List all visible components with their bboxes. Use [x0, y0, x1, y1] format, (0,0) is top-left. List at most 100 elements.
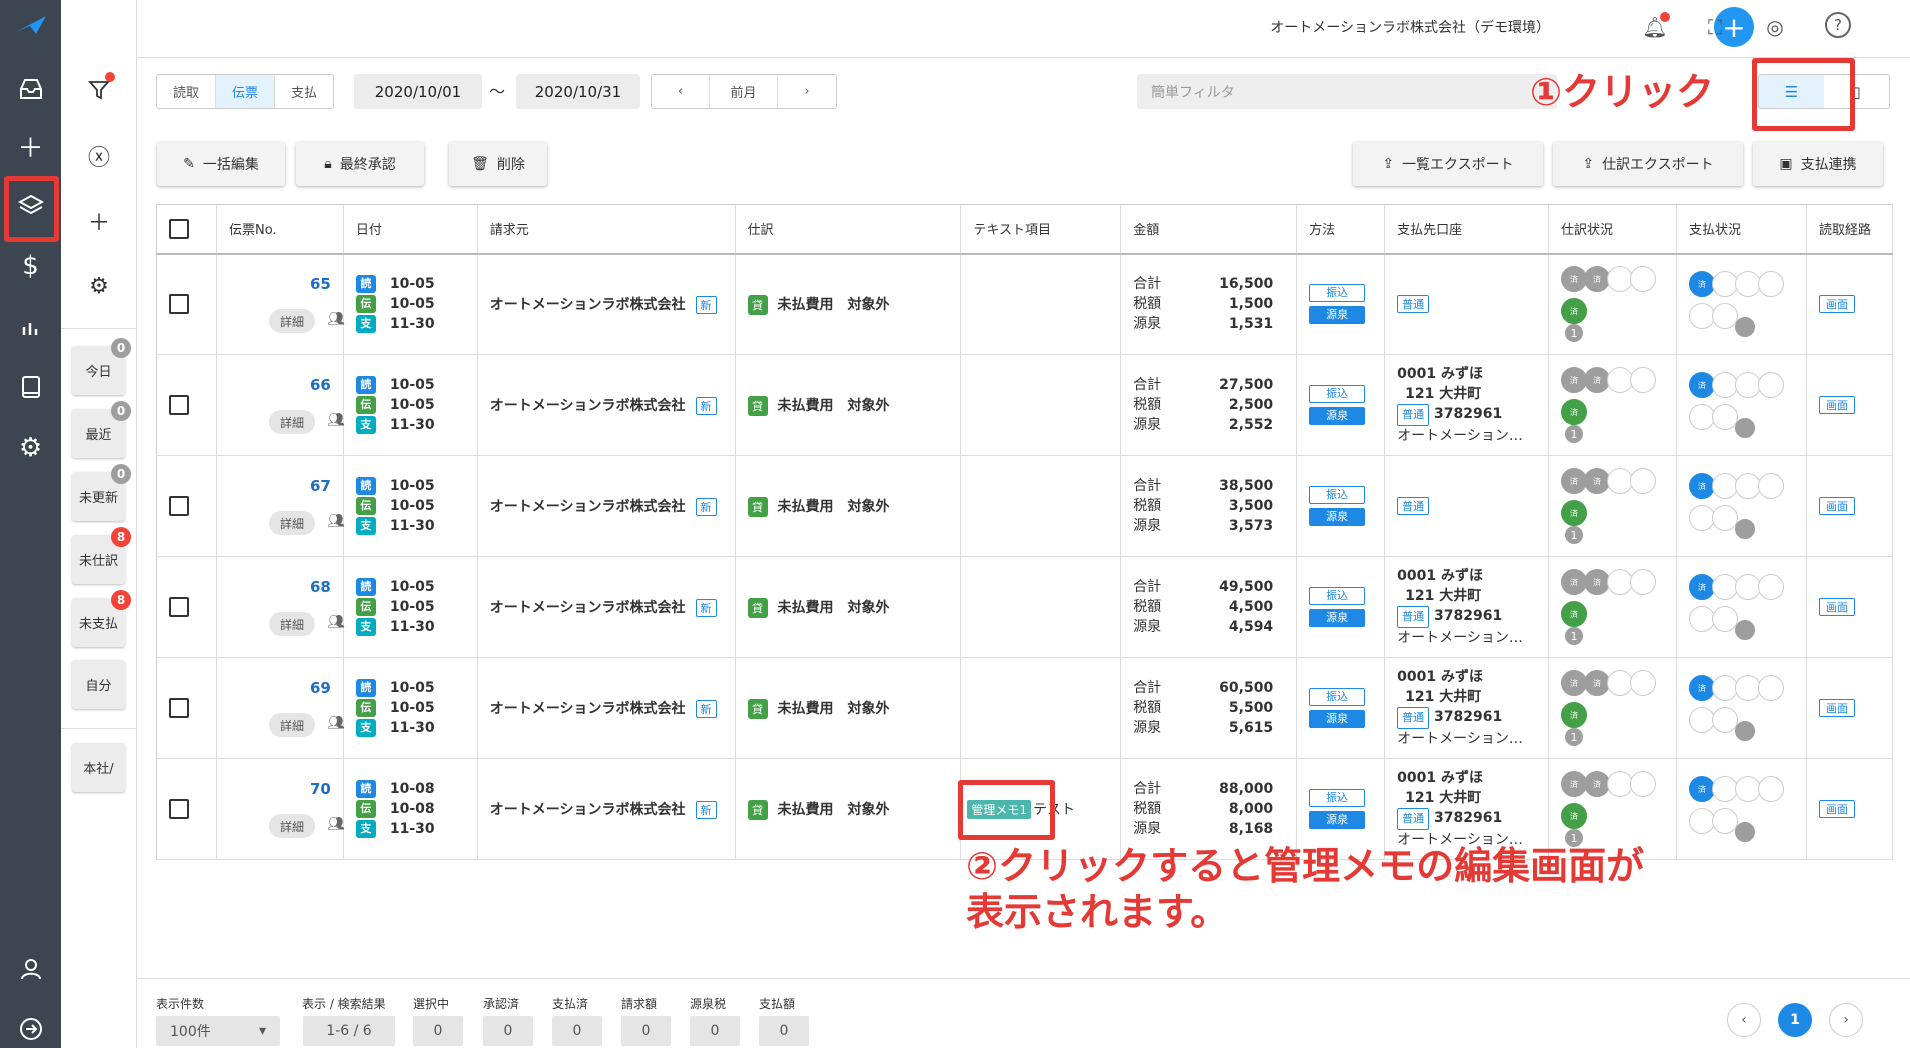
clear-filter-icon[interactable]: ⓧ [81, 138, 117, 174]
route-cell: 画面 [1806, 455, 1894, 557]
detail-button[interactable]: 詳細 [268, 814, 315, 838]
tab-voucher[interactable]: 伝票 [216, 75, 276, 108]
text-cell[interactable] [960, 556, 1122, 658]
text-cell[interactable] [960, 253, 1122, 355]
col-date[interactable]: 日付 [343, 204, 478, 255]
tab-read[interactable]: 読取 [157, 75, 217, 108]
inbox-icon[interactable] [12, 70, 49, 107]
book-icon[interactable] [12, 368, 49, 405]
table-row[interactable]: 67 詳細 👥︎ 読 10-05 伝 10-05 支 11-30 オートメーションラボ… [156, 455, 1894, 557]
page-prev-icon[interactable]: ‹ [1727, 1003, 1761, 1037]
method-cell: 振込 源泉 [1296, 556, 1386, 658]
col-journal[interactable]: 仕訳 [735, 204, 962, 255]
final-approve-button[interactable]: 🔒︎ 最終承認 [296, 142, 424, 186]
support-icon[interactable]: ◎ [1760, 12, 1790, 42]
per-page-select[interactable]: 100件 ▾ [156, 1016, 280, 1046]
add-filter-icon[interactable]: ＋ [81, 203, 117, 239]
bell-icon[interactable]: 🔔︎ [1640, 12, 1670, 42]
chart-icon[interactable] [12, 308, 49, 345]
route-tag[interactable]: 画面 [1818, 497, 1855, 515]
route-tag[interactable]: 画面 [1818, 598, 1855, 616]
list-export-button[interactable]: ⇪ 一覧エクスポート [1353, 142, 1543, 186]
text-cell[interactable] [960, 354, 1122, 456]
row-checkbox[interactable] [169, 799, 189, 819]
route-tag[interactable]: 画面 [1818, 295, 1855, 314]
filter-today[interactable]: 今日 0 [72, 338, 131, 395]
col-voucher-no[interactable]: 伝票No. [216, 204, 344, 255]
prev-month-button[interactable]: 前月 [710, 75, 778, 108]
bulk-edit-button[interactable]: ✎ 一括編集 [157, 142, 285, 186]
filter-mine[interactable]: 自分 [72, 660, 125, 709]
people-icon[interactable]: 👥︎ [327, 412, 345, 428]
voucher-no[interactable]: 65 [310, 275, 331, 293]
detail-button[interactable]: 詳細 [268, 713, 315, 737]
row-checkbox[interactable] [169, 395, 189, 415]
col-payment-status[interactable]: 支払状況 [1676, 204, 1807, 255]
route-tag[interactable]: 画面 [1818, 699, 1855, 717]
settings-icon[interactable]: ⚙ [12, 429, 49, 466]
col-text[interactable]: テキスト項目 [960, 204, 1122, 255]
filter-settings-icon[interactable]: ⚙ [81, 268, 117, 304]
table-row[interactable]: 68 詳細 👥︎ 読 10-05 伝 10-05 支 11-30 オートメーションラボ… [156, 556, 1894, 658]
date-from[interactable]: 2020/10/01 [354, 74, 482, 109]
add-icon[interactable]: ＋ [12, 128, 49, 165]
route-tag[interactable]: 画面 [1818, 396, 1855, 414]
row-checkbox[interactable] [169, 698, 189, 718]
help-icon[interactable]: ? [1825, 12, 1851, 38]
people-icon[interactable]: 👥︎ [327, 513, 345, 529]
voucher-no[interactable]: 67 [310, 477, 331, 495]
people-icon[interactable]: 👥︎ [327, 816, 345, 832]
text-cell[interactable] [960, 455, 1122, 557]
user-icon[interactable] [12, 950, 49, 987]
fullscreen-icon[interactable]: ⛶ [1700, 12, 1730, 42]
prev-icon[interactable]: ‹ [652, 75, 710, 108]
dollar-icon[interactable]: $ [12, 247, 49, 284]
col-method[interactable]: 方法 [1296, 204, 1386, 255]
page-next-icon[interactable]: › [1829, 1003, 1863, 1037]
stat-value: 0 [621, 1016, 671, 1046]
page-current[interactable]: 1 [1778, 1003, 1812, 1037]
detail-button[interactable]: 詳細 [268, 612, 315, 636]
voucher-date: 10-05 [389, 599, 435, 615]
voucher-no[interactable]: 70 [310, 780, 331, 798]
next-icon[interactable]: › [778, 75, 836, 108]
col-read-route[interactable]: 読取経路 [1806, 204, 1894, 255]
col-journal-status[interactable]: 仕訳状況 [1548, 204, 1677, 255]
date-to[interactable]: 2020/10/31 [516, 74, 640, 109]
people-icon[interactable]: 👥︎ [327, 311, 345, 327]
filter-recent[interactable]: 最近 0 [72, 401, 131, 458]
row-checkbox[interactable] [169, 597, 189, 617]
filter-unpaid[interactable]: 未支払 8 [72, 590, 131, 647]
filter-icon[interactable] [81, 72, 117, 108]
people-icon[interactable]: 👥︎ [327, 614, 345, 630]
col-amount[interactable]: 金額 [1120, 204, 1298, 255]
detail-button[interactable]: 詳細 [268, 410, 315, 434]
detail-button[interactable]: 詳細 [268, 511, 315, 535]
payment-link-button[interactable]: ▣ 支払連携 [1753, 142, 1883, 186]
table-row[interactable]: 69 詳細 👥︎ 読 10-05 伝 10-05 支 11-30 オートメーションラボ… [156, 657, 1894, 759]
credit-tag: 貸 [747, 496, 768, 517]
voucher-no[interactable]: 66 [310, 376, 331, 394]
people-icon[interactable]: 👥︎ [327, 715, 345, 731]
table-row[interactable]: 65 詳細 👥︎ 読 10-05 伝 10-05 支 11-30 オートメーションラボ… [156, 253, 1894, 355]
delete-button[interactable]: 🗑︎ 削除 [449, 142, 547, 186]
tab-payment[interactable]: 支払 [275, 75, 333, 108]
payment-status-cell: 済 [1676, 657, 1807, 759]
quick-filter-input[interactable]: 簡単フィルタ [1137, 74, 1557, 109]
row-checkbox[interactable] [169, 294, 189, 315]
detail-button[interactable]: 詳細 [268, 309, 315, 334]
logout-icon[interactable] [12, 1010, 49, 1047]
filter-unjournaled[interactable]: 未仕訳 8 [72, 527, 131, 584]
filter-honsha[interactable]: 本社/ [72, 743, 125, 792]
voucher-no[interactable]: 69 [310, 679, 331, 697]
row-checkbox[interactable] [169, 496, 189, 516]
route-tag[interactable]: 画面 [1818, 800, 1855, 818]
journal-export-button[interactable]: ⇪ 仕訳エクスポート [1553, 142, 1743, 186]
voucher-no[interactable]: 68 [310, 578, 331, 596]
select-all-checkbox[interactable] [169, 218, 189, 239]
filter-not-updated[interactable]: 未更新 0 [72, 464, 131, 521]
col-vendor[interactable]: 請求元 [477, 204, 736, 255]
col-account[interactable]: 支払先口座 [1384, 204, 1550, 255]
text-cell[interactable] [960, 657, 1122, 759]
table-row[interactable]: 66 詳細 👥︎ 読 10-05 伝 10-05 支 11-30 オートメーションラボ… [156, 354, 1894, 456]
